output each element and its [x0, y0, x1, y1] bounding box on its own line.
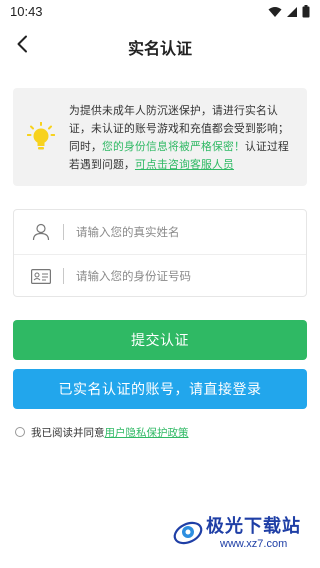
id-card-icon: [30, 266, 52, 286]
signal-icon: [286, 5, 298, 23]
real-name-input[interactable]: [76, 220, 296, 244]
watermark: 极光下载站 www.xz7.com: [172, 512, 318, 566]
name-field-row: [14, 210, 306, 255]
id-field-row: [14, 254, 306, 298]
page-title: 实名认证: [127, 39, 192, 58]
watermark-url: www.xz7.com: [220, 538, 288, 550]
id-number-input[interactable]: [76, 264, 296, 288]
field-divider: [63, 224, 64, 240]
agreement-prefix: 我已阅读并同意: [31, 426, 105, 439]
notice-box: 为提供未成年人防沉迷保护，请进行实名认证，未认证的账号游戏和充值都会受到影响；同…: [13, 88, 307, 186]
privacy-policy-link[interactable]: 用户隐私保护政策: [105, 425, 189, 440]
user-icon: [30, 222, 52, 242]
title-bar: 实名认证: [0, 24, 320, 68]
status-bar: 10:43: [0, 0, 320, 24]
status-icons: [268, 5, 310, 23]
battery-icon: [302, 5, 310, 23]
customer-service-link[interactable]: 可点击咨询客服人员: [135, 158, 234, 171]
notice-text: 为提供未成年人防沉迷保护，请进行实名认证，未认证的账号游戏和充值都会受到影响；同…: [69, 102, 297, 174]
notice-text-highlight: 您的身份信息将被严格保密！: [102, 140, 245, 153]
field-divider: [63, 268, 64, 284]
identity-form: [13, 209, 307, 297]
direct-login-button[interactable]: 已实名认证的账号，请直接登录: [13, 369, 307, 409]
agree-radio[interactable]: [15, 427, 25, 437]
submit-verification-button[interactable]: 提交认证: [13, 320, 307, 360]
status-time: 10:43: [10, 4, 43, 19]
lightbulb-icon: [26, 121, 56, 156]
wifi-icon: [268, 5, 282, 23]
watermark-title: 极光下载站: [206, 516, 301, 537]
watermark-logo-icon: [172, 516, 204, 552]
agreement-row: 我已阅读并同意 用户隐私保护政策: [15, 424, 189, 440]
